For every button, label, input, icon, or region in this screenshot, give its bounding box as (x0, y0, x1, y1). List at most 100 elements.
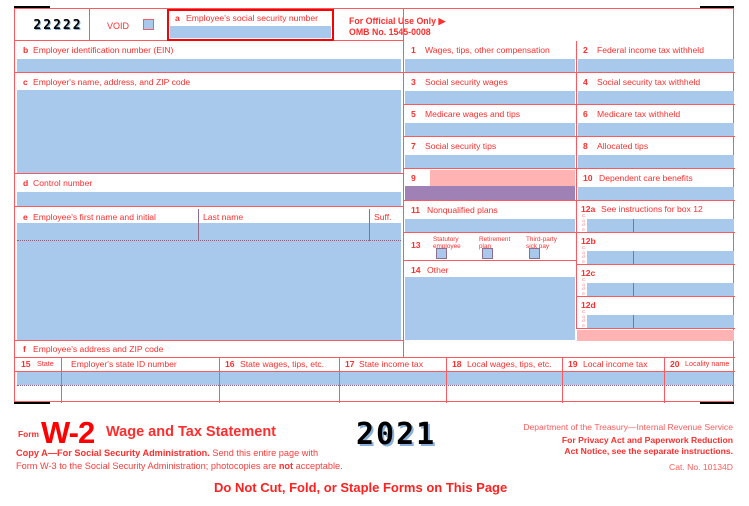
official-use-label: For Official Use Only ▶ (349, 16, 446, 26)
box-20-label: Locality name (685, 359, 730, 368)
box-2-input[interactable] (578, 59, 734, 72)
box-12a-input[interactable] (587, 219, 734, 232)
box-14-input[interactable] (405, 277, 575, 340)
box-d-letter: d (23, 178, 29, 188)
box-12c-code-divider (633, 283, 634, 296)
box-12a-label: See instructions for box 12 (601, 204, 703, 214)
retirement-plan-checkbox[interactable] (482, 248, 493, 259)
box-11-num: 11 (411, 205, 421, 215)
box-2-num: 2 (583, 45, 588, 55)
code-letter: e (582, 226, 585, 232)
box-12a-code-label: C o d e (580, 213, 587, 232)
box-a-label: Employee's social security number (186, 13, 319, 23)
box-8-num: 8 (583, 141, 588, 151)
box-10-input[interactable] (578, 187, 734, 200)
box-9-num: 9 (411, 173, 416, 183)
divider-firstname-lastname (198, 209, 199, 241)
shaded-strip-below-12d (577, 330, 734, 341)
void-label: VOID (107, 21, 130, 31)
divider-state-stateid (61, 357, 62, 403)
box-19-label: Local income tax (583, 359, 648, 369)
box-b-input[interactable] (17, 59, 401, 72)
void-checkbox[interactable] (143, 19, 154, 30)
box-3-label: Social security wages (425, 77, 508, 87)
copy-a-bold: Copy A—For Social Security Administratio… (16, 448, 210, 458)
copy-a-not: not (278, 461, 294, 471)
copy-a-line2-a: Form W-3 to the Social Security Administ… (16, 461, 279, 471)
box-3-num: 3 (411, 77, 416, 87)
divider-19-20 (664, 357, 665, 403)
omb-number: OMB No. 1545-0008 (349, 27, 431, 37)
box-8-input[interactable] (578, 155, 734, 168)
box-15-state-label: State (37, 359, 54, 368)
privacy-notice-line-1: For Privacy Act and Paperwork Reduction (415, 435, 733, 446)
privacy-bold-1: For Privacy Act and Paperwork Reduction (561, 435, 733, 445)
box-b-label: Employer identification number (EIN) (33, 45, 174, 55)
box-a-input[interactable] (170, 26, 331, 38)
box-2-label: Federal income tax withheld (597, 45, 704, 55)
box-12c-code-label: C o d e (580, 277, 587, 296)
box-e-label: Employee's first name and initial (33, 212, 156, 222)
box-6-num: 6 (583, 109, 588, 119)
code-letter: e (582, 322, 585, 328)
code-letter: e (582, 290, 585, 296)
third-party-sick-pay-checkbox[interactable] (529, 248, 540, 259)
box-18-label: Local wages, tips, etc. (467, 359, 552, 369)
last-name-label: Last name (203, 212, 244, 222)
box-7-label: Social security tips (425, 141, 497, 151)
box-1-label: Wages, tips, other compensation (425, 45, 550, 55)
box-d-label: Control number (33, 178, 93, 188)
divider-16-17 (339, 357, 340, 403)
divider-17-18 (446, 357, 447, 403)
box-12d-input[interactable] (587, 315, 734, 328)
box-c-letter: c (23, 77, 28, 87)
box-7-input[interactable] (405, 155, 575, 168)
wage-tax-statement-title: Wage and Tax Statement (106, 424, 277, 440)
box-d-input[interactable] (17, 192, 401, 206)
box-17-label: State income tax (359, 359, 424, 369)
box-10-label: Dependent care benefits (599, 173, 693, 183)
box-7-num: 7 (411, 141, 416, 151)
box-12b-input[interactable] (587, 251, 734, 264)
box-4-input[interactable] (578, 91, 734, 104)
box-3-input[interactable] (405, 91, 575, 104)
box-6-input[interactable] (578, 123, 734, 136)
statutory-line1: Statutory (433, 236, 459, 243)
code-letter: e (582, 258, 585, 264)
box-8-label: Allocated tips (597, 141, 649, 151)
box-1-num: 1 (411, 45, 416, 55)
catalog-number: Cat. No. 10134D (668, 462, 733, 472)
divider-lastname-suffix (369, 209, 370, 241)
privacy-notice-line-2: Act Notice, see the separate instruction… (415, 446, 733, 457)
suffix-label: Suff. (374, 212, 392, 222)
box-11-input[interactable] (405, 219, 575, 232)
box-15-num: 15 (21, 359, 31, 369)
box-a-letter: a (175, 13, 180, 23)
copy-a-line-2: Form W-3 to the Social Security Administ… (16, 460, 343, 472)
box-14-label: Other (427, 265, 449, 275)
state-local-input-band[interactable] (17, 372, 733, 385)
statutory-employee-checkbox[interactable] (436, 248, 447, 259)
box-5-input[interactable] (405, 123, 575, 136)
do-not-cut-notice: Do Not Cut, Fold, or Staple Forms on Thi… (214, 480, 508, 495)
form-word-label: Form (18, 429, 39, 439)
box-5-label: Medicare wages and tips (425, 109, 521, 119)
box-c-input[interactable] (17, 90, 401, 173)
box-12b-code-label: C o d e (580, 245, 587, 264)
box-12a-code-divider (633, 219, 634, 232)
box-12b-code-divider (633, 251, 634, 264)
form-frame: 22222 VOID a Employee's social security … (14, 8, 735, 403)
w2-form-page: 22222 VOID a Employee's social security … (0, 0, 749, 506)
retirement-line1: Retirement (479, 236, 511, 243)
perforation-employee-name (17, 240, 401, 241)
box-c-label: Employer's name, address, and ZIP code (33, 77, 191, 87)
box-b-letter: b (23, 45, 29, 55)
box-19-num: 19 (568, 359, 578, 369)
box-9-shaded-input (405, 186, 575, 200)
box-1-input[interactable] (405, 59, 575, 72)
box-18-num: 18 (452, 359, 462, 369)
box-10-num: 10 (583, 173, 593, 183)
box-12c-input[interactable] (587, 283, 734, 296)
box-5-num: 5 (411, 109, 416, 119)
box-f-letter: f (23, 344, 26, 354)
